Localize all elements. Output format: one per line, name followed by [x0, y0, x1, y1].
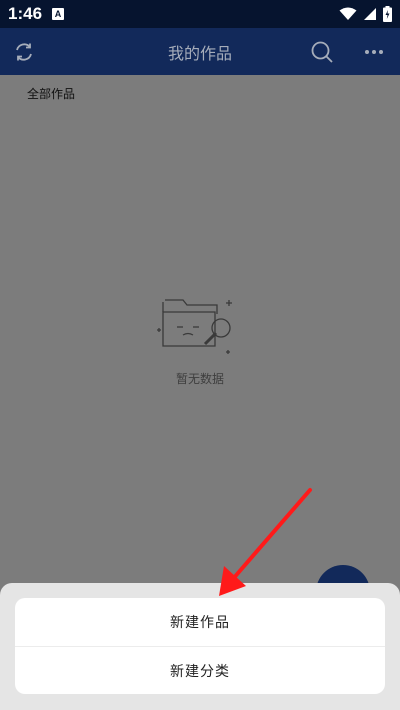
empty-folder-search-icon	[157, 299, 232, 354]
sync-icon	[16, 43, 32, 61]
action-sheet: 新建作品 新建分类	[0, 583, 400, 710]
wifi-icon	[339, 7, 357, 20]
more-button[interactable]	[359, 37, 389, 67]
section-label: 全部作品	[27, 87, 76, 101]
battery-icon	[383, 6, 392, 22]
empty-state: 暂无数据	[0, 290, 400, 387]
action-sheet-card: 新建作品 新建分类	[15, 598, 385, 694]
signal-icon	[364, 8, 376, 20]
search-icon	[311, 41, 333, 63]
status-time: 1:46	[8, 4, 43, 23]
status-icons	[339, 6, 392, 22]
new-work-button[interactable]: 新建作品	[15, 598, 385, 646]
sync-button[interactable]	[9, 37, 39, 67]
more-icon	[365, 50, 383, 54]
notification-badge-icon: A	[52, 8, 65, 20]
new-category-button[interactable]: 新建分类	[15, 647, 385, 694]
empty-state-text: 暂无数据	[175, 372, 224, 386]
page-title: 我的作品	[167, 43, 232, 63]
status-bar: 1:46 A	[0, 0, 400, 28]
search-button[interactable]	[307, 37, 337, 67]
app-bar: 我的作品	[0, 28, 400, 75]
